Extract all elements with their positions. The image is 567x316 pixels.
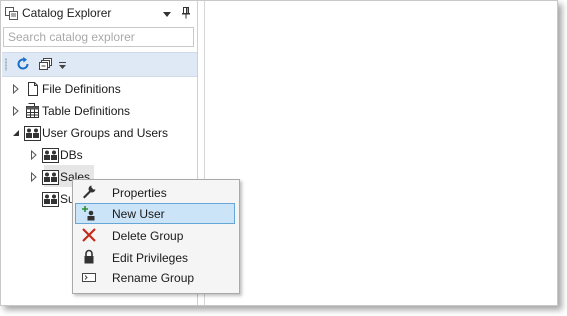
pin-icon[interactable] [181,7,191,19]
menu-item-label: Rename Group [112,271,195,285]
tree-item-label: User Groups and Users [42,126,169,140]
expand-arrow-icon[interactable] [10,83,22,95]
tree-item-user-groups[interactable]: User Groups and Users [10,123,168,143]
chevron-down-icon[interactable] [163,12,171,17]
panel-titlebar: Catalog Explorer [1,1,197,25]
menu-item-edit-privileges[interactable]: Edit Privileges [75,247,235,268]
tree-item-label: DBs [60,148,83,162]
user-group-icon [42,148,59,163]
tree-item-label: Table Definitions [42,104,131,118]
menu-item-delete-group[interactable]: Delete Group [75,225,235,246]
collapse-arrow-icon[interactable] [10,127,22,139]
collapse-all-icon[interactable] [38,56,54,72]
window-frame: Catalog Explorer Search catalog explorer… [0,0,558,306]
menu-item-new-user[interactable]: New User [75,203,235,224]
expand-arrow-icon[interactable] [10,105,22,117]
table-icon [26,103,39,118]
menu-item-label: New User [112,207,165,221]
menu-item-label: Delete Group [112,229,184,243]
user-group-icon [24,126,41,141]
menu-item-rename-group[interactable]: Rename Group [75,267,235,288]
tree-item-dbs[interactable]: DBs [28,145,83,165]
catalog-icon [5,7,18,20]
expand-arrow-icon[interactable] [28,149,40,161]
tree-item-file-definitions[interactable]: File Definitions [10,79,121,99]
file-icon [28,82,38,96]
user-group-icon [42,170,59,185]
delete-x-icon [82,228,96,242]
lock-icon [84,249,94,264]
user-group-icon [42,192,59,207]
search-input[interactable] [3,27,194,47]
tree-item-table-definitions[interactable]: Table Definitions [10,101,130,121]
toolbar-grip[interactable] [5,58,7,71]
menu-item-label: Edit Privileges [112,251,189,265]
tree-item-label: File Definitions [42,82,121,96]
refresh-icon[interactable] [15,56,31,72]
context-menu: Properties New User Delete Group Edit Pr… [72,179,240,294]
add-user-icon [82,206,95,221]
expand-arrow-icon[interactable] [28,171,40,183]
title-controls [163,7,191,19]
overflow-dropdown-icon[interactable] [58,61,68,71]
rename-icon [82,273,96,282]
menu-item-properties[interactable]: Properties [75,182,235,203]
tree-item-su[interactable]: Su [40,189,75,209]
explorer-toolbar [2,52,197,77]
panel-title: Catalog Explorer [22,6,112,20]
wrench-icon [83,185,96,199]
menu-item-label: Properties [112,186,167,200]
